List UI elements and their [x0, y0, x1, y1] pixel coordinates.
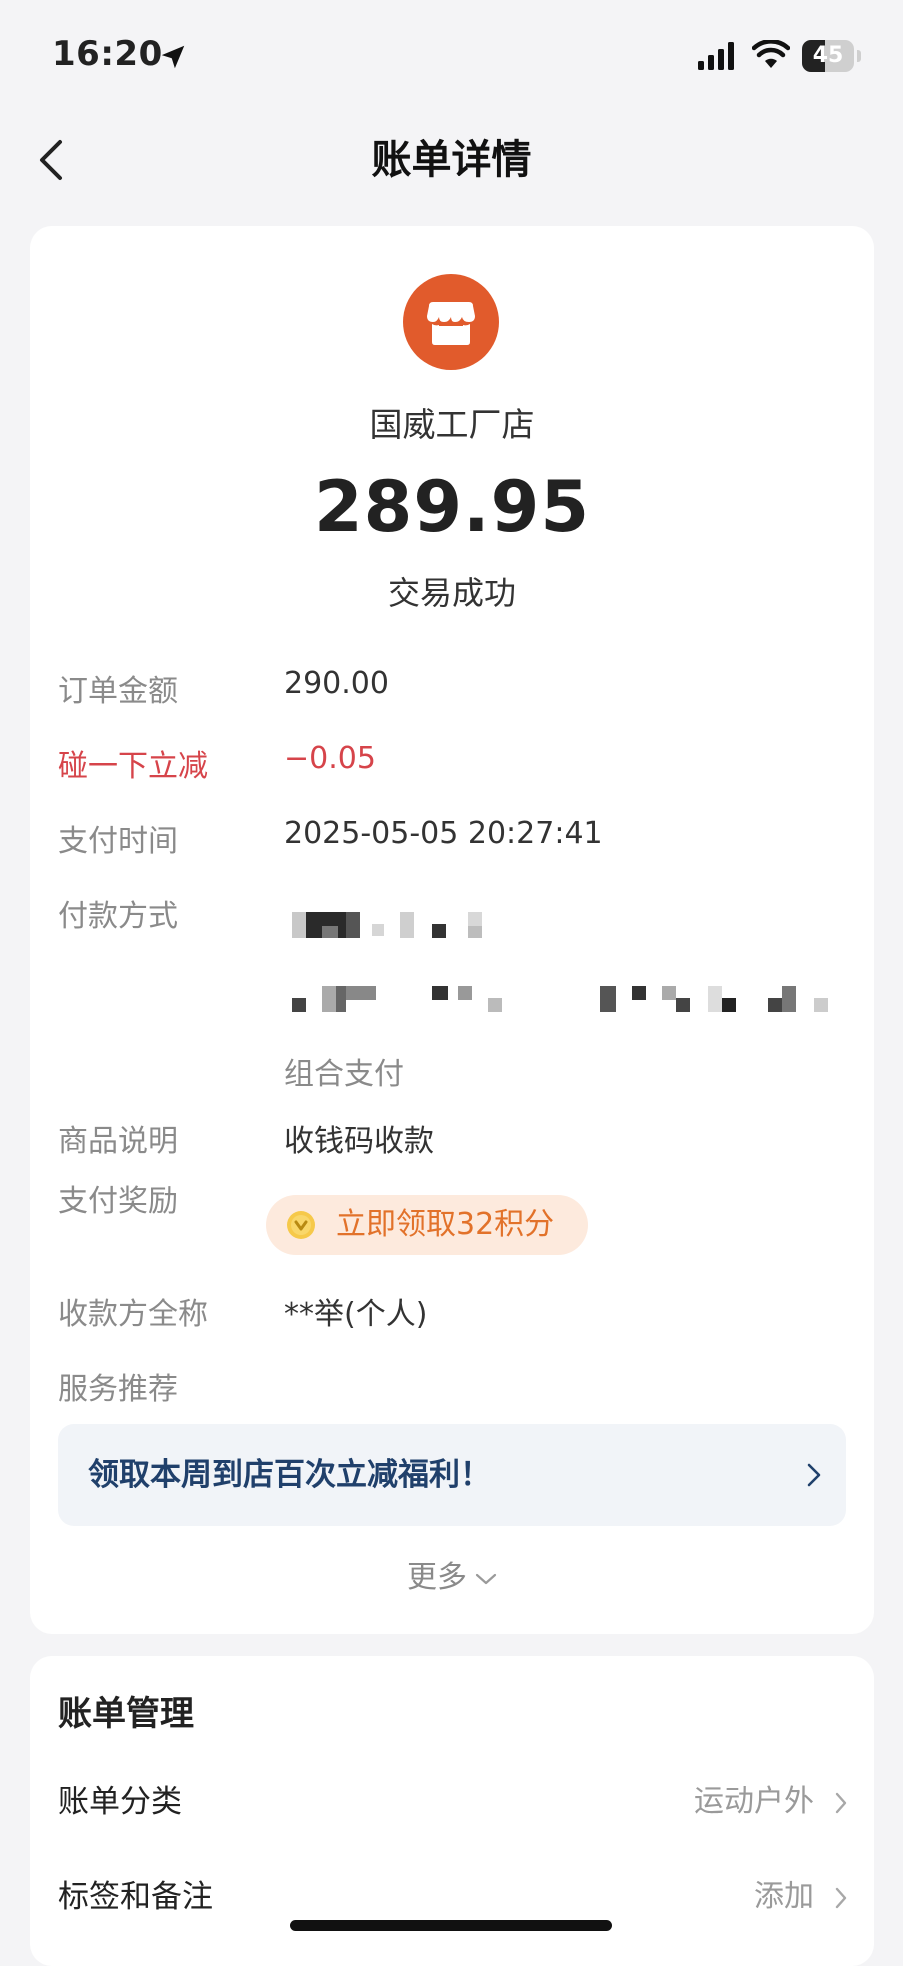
- section-title: 账单管理: [58, 1694, 194, 1734]
- home-indicator: [290, 1920, 612, 1931]
- claim-points-button[interactable]: 立即领取32积分: [266, 1195, 588, 1255]
- promo-text: 领取本周到店百次立减福利！: [88, 1457, 491, 1493]
- chevron-right-icon: [835, 1792, 847, 1814]
- merchant-name: 国威工厂店: [369, 405, 535, 444]
- battery-percentage: 45: [812, 43, 844, 68]
- bill-category-value: 运动户外: [694, 1784, 814, 1819]
- bill-detail-card: 国威工厂店 289.95 交易成功 订单金额 290.00 碰一下立减 −0.0…: [30, 226, 874, 1634]
- transaction-amount: 289.95: [313, 466, 591, 548]
- reward-text: 立即领取32积分: [336, 1207, 555, 1242]
- discount-value: −0.05: [284, 741, 376, 776]
- wifi-icon: [752, 40, 790, 68]
- payee-label: 收款方全称: [58, 1297, 208, 1332]
- bill-category-label: 账单分类: [58, 1784, 182, 1820]
- tags-notes-value: 添加: [754, 1879, 814, 1914]
- discount-label: 碰一下立减: [58, 749, 208, 784]
- shop-icon: [403, 274, 499, 370]
- bill-category-row[interactable]: 账单分类 运动户外: [30, 1767, 874, 1837]
- status-bar: 16:20 45: [0, 0, 903, 110]
- chevron-down-icon: [475, 1573, 497, 1584]
- battery-tip: [857, 50, 861, 62]
- more-label: 更多: [407, 1560, 467, 1595]
- tags-notes-label: 标签和备注: [58, 1879, 213, 1915]
- goods-label: 商品说明: [58, 1124, 178, 1159]
- redacted-payment-info-line2: [292, 976, 842, 1016]
- redacted-payment-info-line1: [292, 908, 552, 942]
- pay-method-label: 付款方式: [58, 899, 178, 934]
- pay-time-label: 支付时间: [58, 824, 178, 859]
- transaction-status: 交易成功: [387, 574, 516, 612]
- reward-label: 支付奖励: [58, 1184, 178, 1219]
- payee-value: **举(个人): [284, 1297, 428, 1332]
- status-time: 16:20: [52, 34, 163, 74]
- chevron-right-icon: [807, 1463, 821, 1487]
- service-label: 服务推荐: [58, 1372, 178, 1407]
- pay-time-value: 2025-05-05 20:27:41: [284, 816, 603, 851]
- chevron-right-icon: [835, 1887, 847, 1909]
- order-amount-value: 290.00: [284, 666, 389, 701]
- coin-icon: [287, 1211, 315, 1239]
- pay-method-note: 组合支付: [284, 1057, 404, 1092]
- more-button[interactable]: 更多: [30, 1552, 874, 1596]
- goods-value: 收钱码收款: [284, 1124, 434, 1159]
- location-arrow-icon: [161, 45, 185, 69]
- order-amount-label: 订单金额: [58, 674, 178, 709]
- battery-icon: 45: [802, 40, 854, 72]
- promo-banner[interactable]: 领取本周到店百次立减福利！: [58, 1424, 846, 1526]
- cellular-signal-icon: [698, 42, 734, 70]
- page-title: 账单详情: [371, 137, 532, 183]
